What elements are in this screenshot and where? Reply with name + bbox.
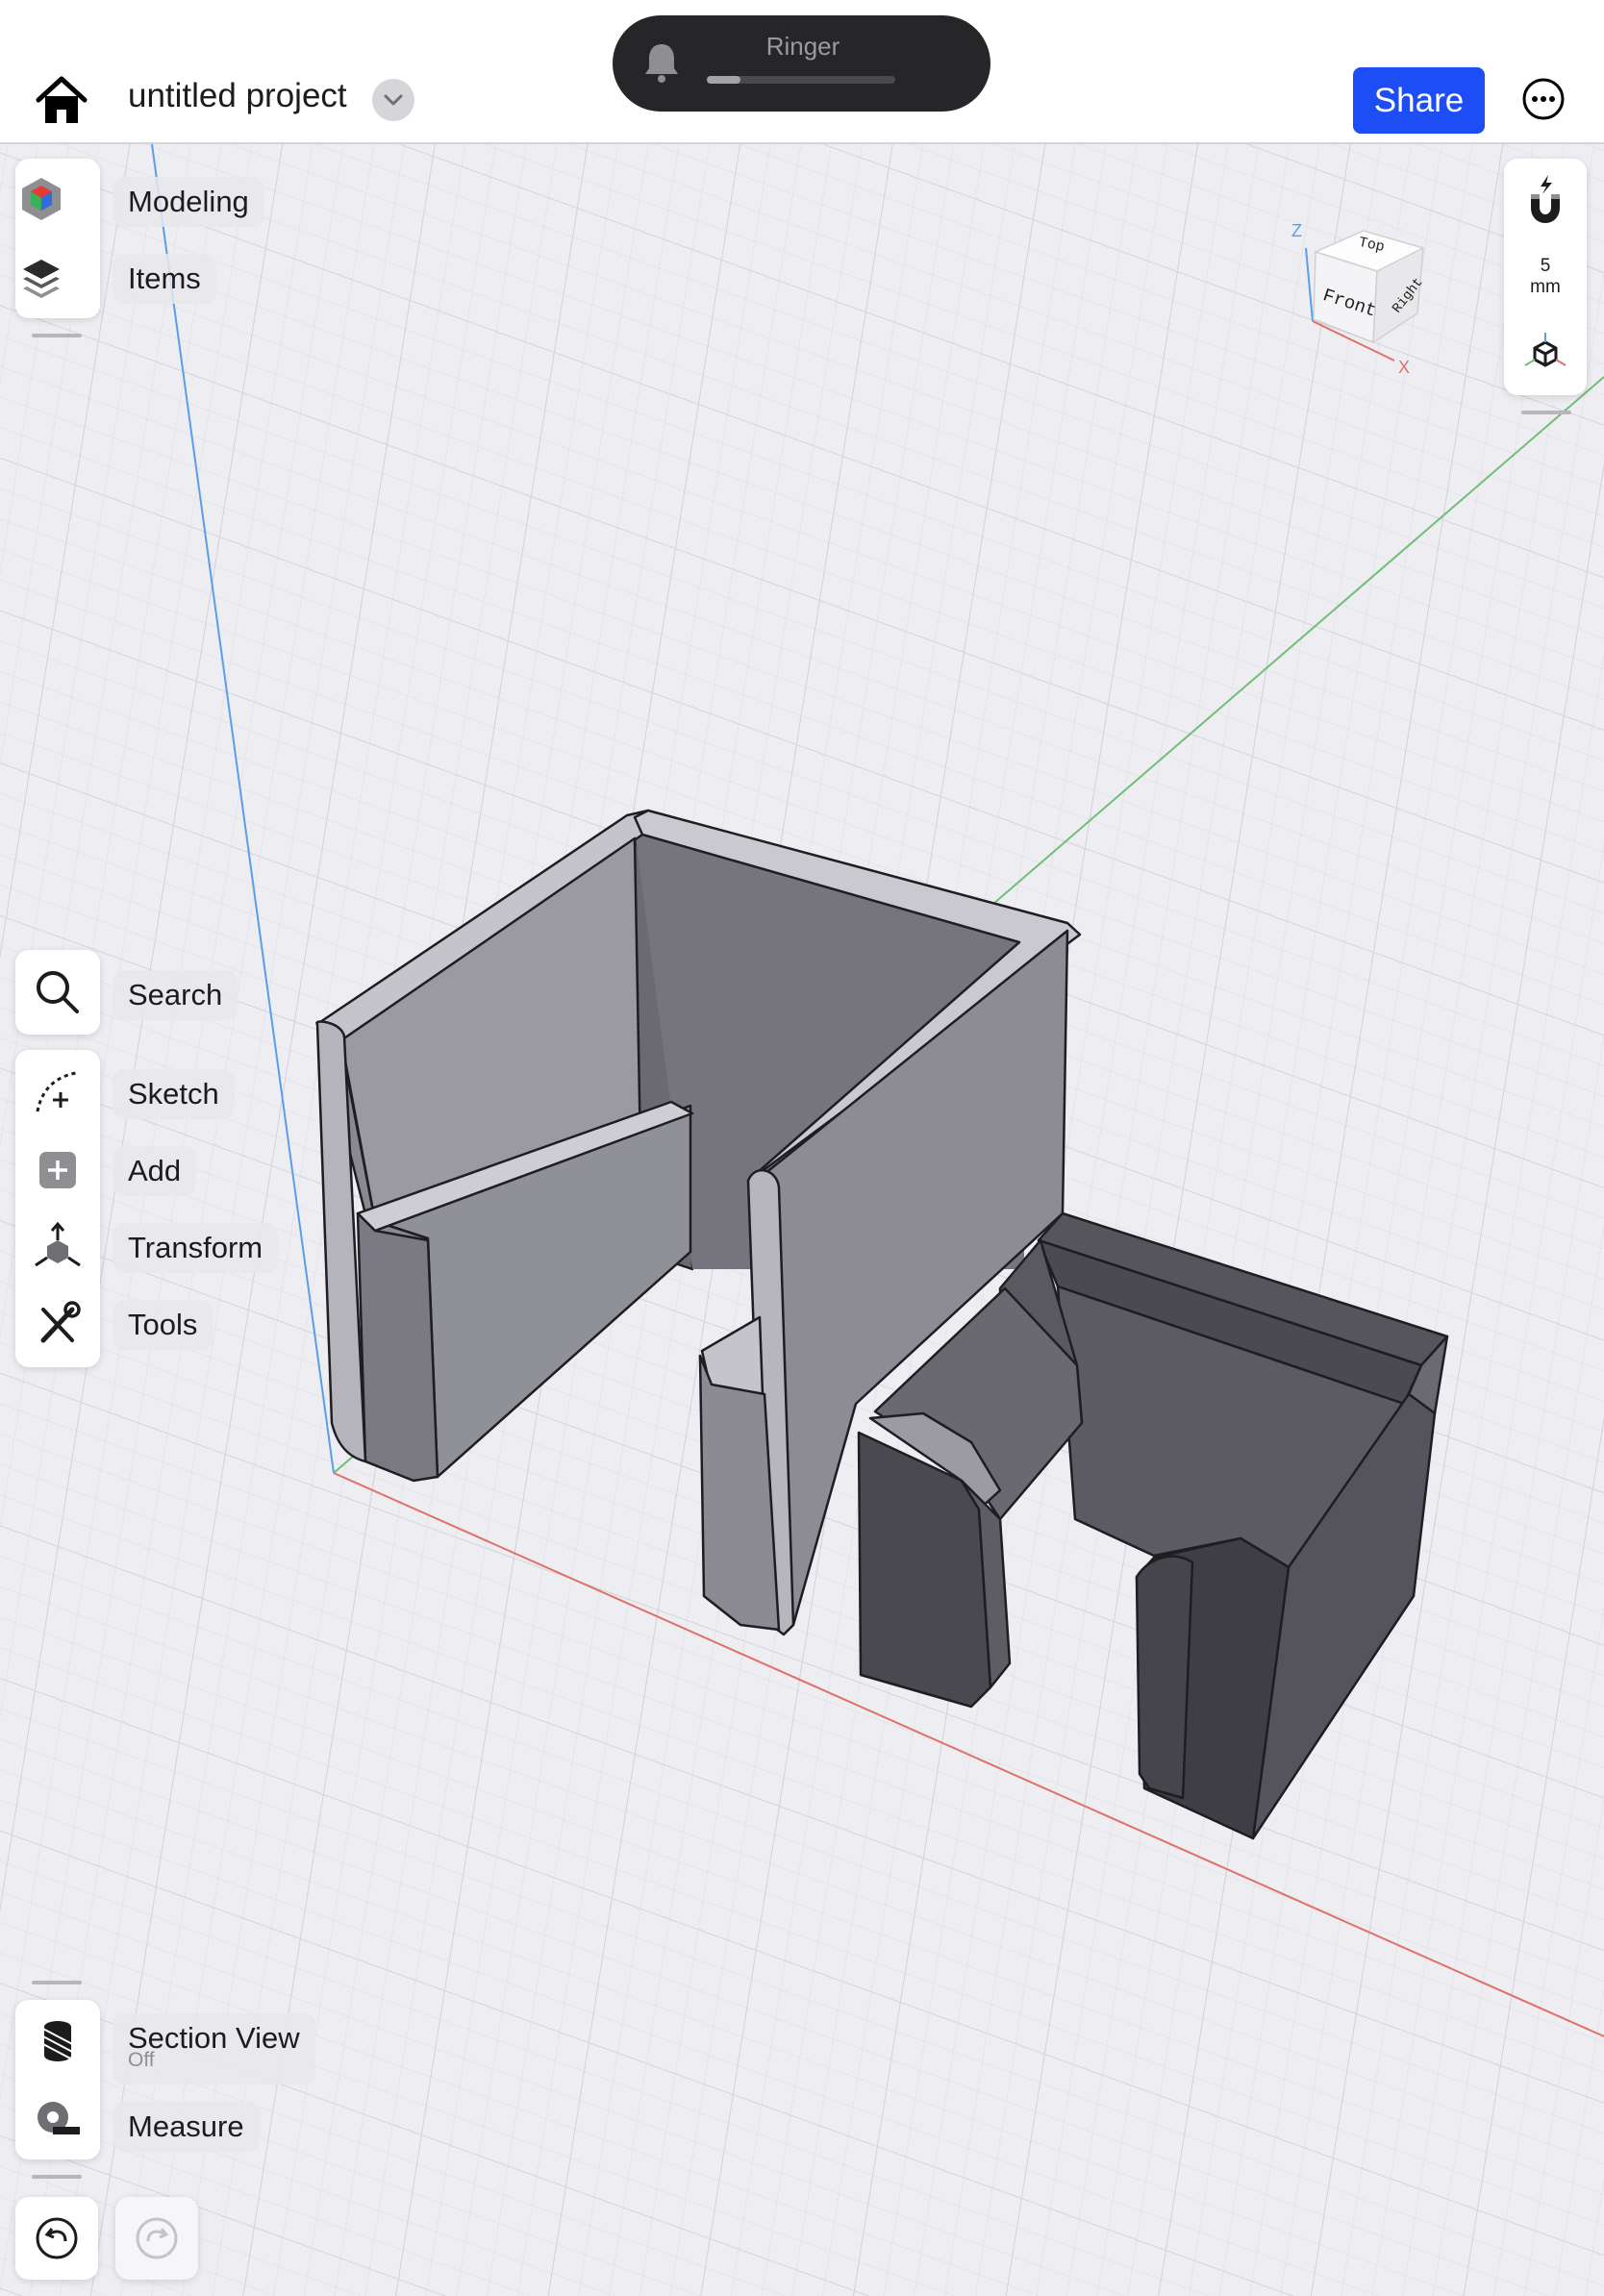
redo-button[interactable] bbox=[115, 2197, 198, 2280]
measure-button[interactable]: Measure bbox=[113, 2102, 260, 2152]
home-icon[interactable] bbox=[33, 71, 90, 129]
tape-measure-icon[interactable] bbox=[32, 2092, 84, 2144]
grid-size-value: 5 bbox=[1540, 256, 1551, 276]
panel-divider bbox=[32, 2175, 82, 2179]
ringer-label: Ringer bbox=[765, 32, 840, 61]
layers-icon[interactable] bbox=[15, 252, 67, 304]
search-button-label[interactable]: Search bbox=[113, 970, 238, 1020]
view-axes-icon[interactable] bbox=[1521, 329, 1569, 377]
view-cube-z-label: Z bbox=[1291, 221, 1302, 240]
project-title[interactable]: untitled project bbox=[128, 77, 347, 115]
panel-divider bbox=[32, 334, 82, 337]
tool-transform[interactable]: Transform bbox=[113, 1223, 279, 1273]
redo-icon bbox=[136, 2217, 178, 2259]
search-icon[interactable] bbox=[32, 966, 84, 1018]
sidebar-item-items[interactable]: Items bbox=[113, 254, 216, 304]
undo-button[interactable] bbox=[15, 2197, 98, 2280]
panel-divider bbox=[32, 1981, 82, 1984]
sketch-icon[interactable] bbox=[32, 1067, 84, 1119]
bell-icon bbox=[645, 44, 678, 83]
section-view-state: Off bbox=[128, 2049, 155, 2071]
tool-sketch[interactable]: Sketch bbox=[113, 1069, 235, 1119]
panel-divider bbox=[1521, 411, 1571, 414]
grid-size-control[interactable]: 5 mm bbox=[1504, 256, 1587, 298]
ringer-volume-bar bbox=[707, 76, 895, 84]
undo-icon bbox=[36, 2217, 78, 2259]
grid-size-unit: mm bbox=[1530, 277, 1561, 297]
snap-magnet-icon[interactable] bbox=[1521, 173, 1569, 227]
3d-viewport[interactable]: Z X Top Front Right bbox=[0, 144, 1604, 2296]
section-view-icon[interactable] bbox=[32, 2015, 84, 2067]
view-cube-x-label: X bbox=[1398, 358, 1410, 377]
modeling-cube-icon[interactable] bbox=[15, 173, 67, 225]
ringer-volume-fill bbox=[707, 76, 741, 84]
chevron-down-icon[interactable] bbox=[372, 79, 414, 121]
add-icon[interactable] bbox=[32, 1144, 84, 1196]
tools-icon[interactable] bbox=[32, 1298, 84, 1350]
tool-add[interactable]: Add bbox=[113, 1146, 197, 1196]
tool-tools[interactable]: Tools bbox=[113, 1300, 213, 1350]
transform-icon[interactable] bbox=[32, 1221, 84, 1273]
more-options-icon[interactable] bbox=[1521, 77, 1566, 121]
sidebar-item-modeling[interactable]: Modeling bbox=[113, 177, 264, 227]
share-button[interactable]: Share bbox=[1353, 67, 1485, 134]
